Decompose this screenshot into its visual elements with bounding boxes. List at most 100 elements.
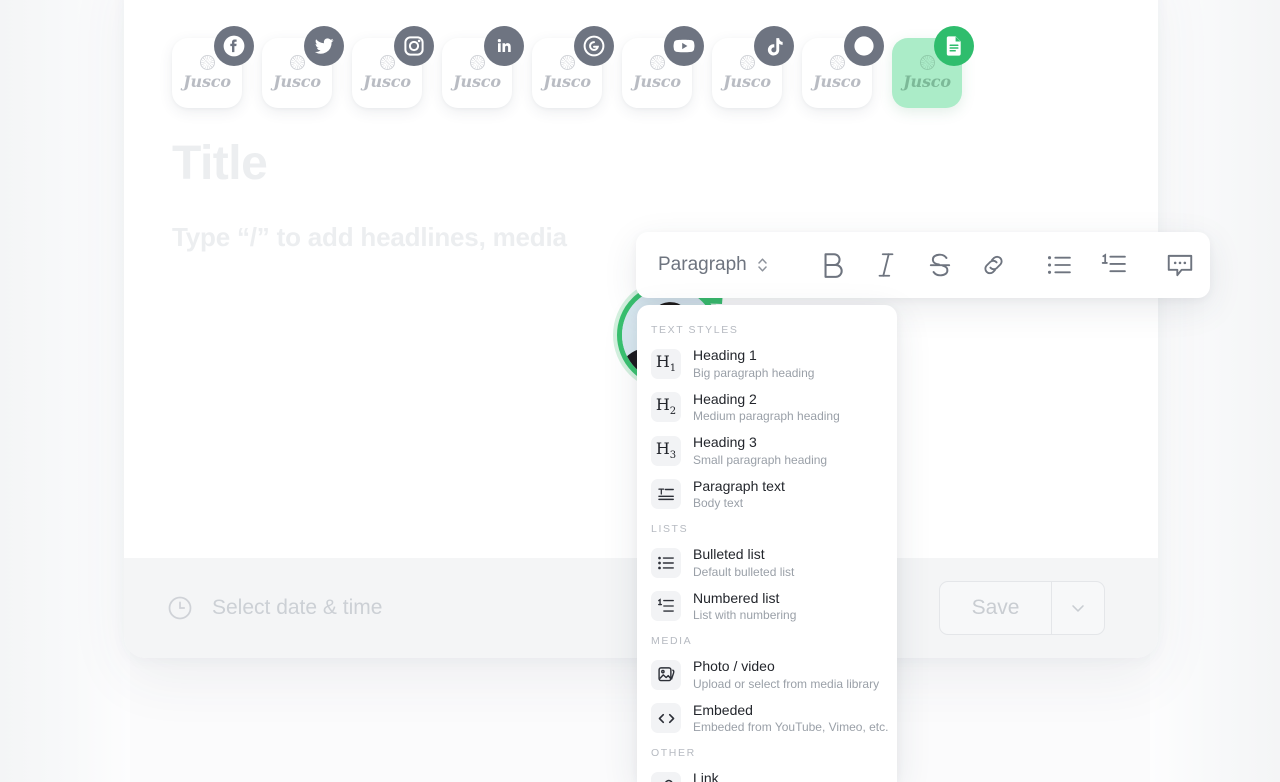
italic-button[interactable] (859, 242, 913, 288)
bulleted-list-button[interactable] (1033, 242, 1087, 288)
menu-item-text: Photo / video Upload or select from media… (693, 658, 879, 692)
menu-item-heading-1[interactable]: H1 Heading 1 Big paragraph heading (637, 342, 897, 386)
h2-icon: H2 (655, 395, 677, 418)
account-chip-tiktok[interactable]: Jusco (712, 26, 794, 108)
menu-item-title: Link (693, 770, 719, 782)
brand-flower-icon (739, 55, 755, 70)
background-gradient-right (1150, 0, 1280, 782)
menu-section-header: LISTS (651, 523, 689, 535)
linkedin-badge-icon (484, 26, 524, 66)
brand-flower-icon (829, 55, 845, 70)
menu-item-title: Photo / video (693, 658, 775, 674)
menu-item-subtitle: Embeded from YouTube, Vimeo, etc. (693, 720, 889, 734)
save-button[interactable]: Save (940, 582, 1051, 634)
save-options-button[interactable] (1051, 582, 1104, 634)
clock-icon (168, 596, 192, 620)
account-chip-document[interactable]: Jusco (892, 26, 974, 108)
account-chip-instagram[interactable]: Jusco (352, 26, 434, 108)
document-badge-icon (934, 26, 974, 66)
account-selector: Jusco Jusco Jusco Jusco Jusco Jusco Jusco Jusco… (172, 26, 974, 108)
strikethrough-button[interactable] (913, 242, 967, 288)
account-chip-youtube[interactable]: Jusco (622, 26, 704, 108)
bulleted-list-icon (658, 556, 674, 570)
pinterest-badge-icon (844, 26, 884, 66)
photo-video-icon (657, 667, 675, 682)
youtube-badge-icon (664, 26, 704, 66)
account-chip-twitter[interactable]: Jusco (262, 26, 344, 108)
chevron-down-icon (1072, 605, 1084, 612)
post-title-placeholder[interactable]: Title (172, 140, 268, 188)
account-name: Jusco (543, 72, 591, 91)
italic-icon (878, 253, 894, 277)
facebook-badge-icon (214, 26, 254, 66)
menu-item-icon: H3 (651, 435, 681, 466)
link-button[interactable] (967, 242, 1021, 288)
bold-button[interactable] (805, 242, 859, 288)
menu-item-paragraph-text[interactable]: Paragraph text Body text (637, 473, 897, 517)
brand-flower-icon (919, 55, 935, 70)
brand-flower-icon (289, 55, 305, 70)
account-name: Jusco (363, 72, 411, 91)
h1-icon: H1 (655, 351, 677, 374)
menu-item-bulleted-list[interactable]: Bulleted list Default bulleted list (637, 541, 897, 585)
menu-item-icon: H2 (651, 392, 681, 423)
menu-section-header: TEXT STYLES (651, 324, 739, 336)
menu-item-subtitle: Upload or select from media library (693, 676, 880, 691)
menu-item-icon (651, 771, 681, 782)
menu-item-text: Numbered list List with numbering (693, 590, 796, 624)
menu-item-heading-3[interactable]: H3 Heading 3 Small paragraph heading (637, 429, 897, 473)
account-chip-google-business[interactable]: Jusco (532, 26, 614, 108)
menu-item-text: LinkCreate a hyperlink (693, 770, 790, 782)
menu-item-title: Heading 3 (693, 434, 757, 450)
menu-item-subtitle: Small paragraph heading (693, 452, 828, 467)
tiktok-badge-icon (754, 26, 794, 66)
menu-item-embeded[interactable]: Embeded Embeded from YouTube, Vimeo, etc. (637, 697, 897, 741)
menu-item-title: Paragraph text (693, 477, 785, 494)
menu-item-numbered-list[interactable]: Numbered list List with numbering (637, 585, 897, 629)
comment-button[interactable] (1153, 242, 1207, 288)
link-icon (664, 779, 672, 782)
account-name: Jusco (813, 72, 861, 91)
menu-item-text: Heading 3 Small paragraph heading (693, 434, 827, 468)
text-style-select[interactable]: Paragraph (654, 250, 773, 280)
numbered-list-button[interactable] (1087, 242, 1141, 288)
brand-flower-icon (199, 55, 215, 70)
brand-flower-icon (469, 55, 485, 70)
menu-item-icon (651, 547, 681, 578)
post-body-placeholder[interactable]: Type “/” to add headlines, media (172, 222, 567, 253)
menu-item-text: Paragraph text Body text (693, 478, 785, 512)
date-time-placeholder: Select date & time (212, 596, 383, 619)
paragraph-icon (658, 488, 674, 501)
bold-icon (824, 253, 843, 278)
account-name: Jusco (723, 72, 771, 91)
numbered-list-icon (658, 598, 674, 612)
account-name: Jusco (453, 72, 501, 91)
menu-item-subtitle: Big paragraph heading (693, 365, 815, 380)
account-chip-linkedin[interactable]: Jusco (442, 26, 524, 108)
menu-item-icon (651, 479, 681, 510)
date-time-picker[interactable]: Select date & time (166, 594, 382, 622)
menu-item-title: Bulleted list (693, 546, 765, 562)
menu-item-title: Heading 2 (693, 390, 757, 407)
text-style-select-value: Paragraph (658, 254, 747, 275)
account-name: Jusco (273, 72, 321, 91)
h3-icon: H3 (655, 438, 677, 461)
menu-item-title: Embeded (693, 701, 753, 718)
instagram-badge-icon (394, 26, 434, 66)
account-chip-pinterest[interactable]: Jusco (802, 26, 884, 108)
brand-flower-icon (649, 55, 665, 70)
menu-item-subtitle: Default bulleted list (693, 564, 795, 579)
menu-item-heading-2[interactable]: H2 Heading 2 Medium paragraph heading (637, 386, 897, 430)
account-name: Jusco (183, 72, 231, 91)
google-business-badge-icon (574, 26, 614, 66)
menu-section-header: OTHER (651, 747, 696, 759)
menu-item-photo-video[interactable]: Photo / video Upload or select from media… (637, 653, 897, 697)
menu-item-subtitle: Medium paragraph heading (693, 409, 840, 423)
menu-item-link[interactable]: LinkCreate a hyperlink (637, 765, 897, 782)
account-chip-facebook[interactable]: Jusco (172, 26, 254, 108)
menu-item-text: Heading 2 Medium paragraph heading (693, 391, 840, 425)
account-name: Jusco (903, 72, 951, 91)
brand-flower-icon (379, 55, 395, 70)
twitter-badge-icon (304, 26, 344, 66)
format-tool-buttons (805, 242, 1207, 288)
